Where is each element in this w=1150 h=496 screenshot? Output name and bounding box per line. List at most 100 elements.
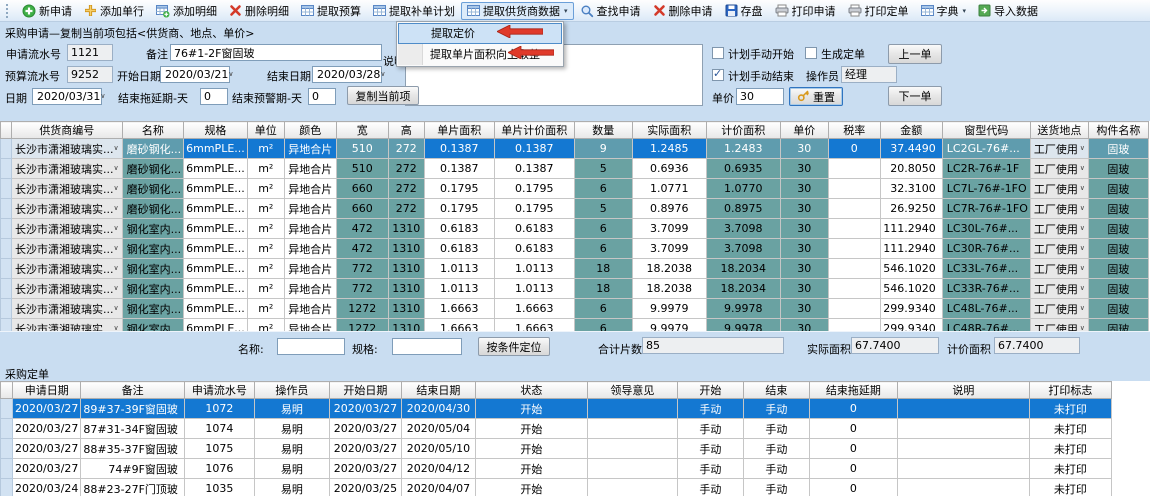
table-cell[interactable]: 0: [809, 399, 897, 419]
table-cell[interactable]: 开始: [475, 459, 587, 479]
table-cell[interactable]: 长沙市潇湘玻璃实...∨: [12, 159, 123, 179]
table-cell[interactable]: 1310: [388, 239, 424, 259]
table-cell[interactable]: 3.7098: [706, 219, 780, 239]
table-cell[interactable]: 磨砂钢化...: [122, 179, 184, 199]
dropdown-chevron-icon[interactable]: ∨: [114, 185, 119, 192]
table-cell[interactable]: 2020/04/30: [401, 399, 475, 419]
combo-cell[interactable]: 长沙市潇湘玻璃实...∨: [12, 299, 122, 318]
table-cell[interactable]: 工厂使用∨: [1030, 159, 1088, 179]
table-cell[interactable]: 1074: [184, 419, 254, 439]
table-cell[interactable]: 18: [574, 259, 632, 279]
table-cell[interactable]: 异地合片: [284, 319, 336, 332]
table-cell[interactable]: [897, 459, 1029, 479]
delete-request-button[interactable]: 删除申请: [647, 2, 719, 20]
table-cell[interactable]: 30: [780, 159, 828, 179]
table-cell[interactable]: [897, 399, 1029, 419]
table-cell[interactable]: 1.0113: [494, 279, 574, 299]
previous-order-button[interactable]: 上一单: [888, 44, 942, 64]
table-cell[interactable]: 472: [336, 239, 388, 259]
date-picker[interactable]: 2020/03/31∨: [32, 88, 102, 105]
chevron-down-icon[interactable]: ∨: [100, 93, 105, 100]
table-cell[interactable]: 手动: [743, 419, 809, 439]
delete-detail-button[interactable]: 删除明细: [223, 2, 295, 20]
table-cell[interactable]: 88#23-27F门顶玻: [81, 479, 185, 496]
table-cell[interactable]: 89#37-39F窗固玻: [81, 399, 185, 419]
table-cell[interactable]: 6mmPLE...: [184, 259, 248, 279]
table-cell[interactable]: 手动: [677, 439, 743, 459]
table-cell[interactable]: 工厂使用∨: [1030, 239, 1088, 259]
table-cell[interactable]: 30: [780, 179, 828, 199]
table-cell[interactable]: 未打印: [1029, 479, 1111, 496]
table-cell[interactable]: 9.9979: [632, 319, 706, 332]
dropdown-chevron-icon[interactable]: ∨: [1080, 305, 1085, 312]
next-order-button[interactable]: 下一单: [888, 86, 942, 106]
table-cell[interactable]: 30: [780, 199, 828, 219]
name-filter-input[interactable]: [277, 338, 345, 355]
table-cell[interactable]: 272: [388, 179, 424, 199]
row-selector[interactable]: [1, 179, 12, 199]
table-cell[interactable]: m²: [247, 239, 284, 259]
table-cell[interactable]: 30: [780, 239, 828, 259]
combo-cell[interactable]: 长沙市潇湘玻璃实...∨: [12, 319, 122, 331]
table-cell[interactable]: 37.4490: [880, 139, 942, 159]
dropdown-chevron-icon[interactable]: ∨: [114, 225, 119, 232]
dropdown-chevron-icon[interactable]: ∨: [1080, 245, 1085, 252]
table-cell[interactable]: 660: [336, 179, 388, 199]
table-cell[interactable]: 易明: [254, 459, 329, 479]
order-row[interactable]: 2020/03/2488#23-27F门顶玻1035易明2020/03/2520…: [1, 479, 1112, 496]
table-cell[interactable]: 0.8976: [632, 199, 706, 219]
generate-order-checkbox[interactable]: [805, 47, 817, 59]
table-cell[interactable]: 5: [574, 159, 632, 179]
table-cell[interactable]: m²: [247, 199, 284, 219]
table-cell[interactable]: 88#35-37F窗固玻: [81, 439, 185, 459]
find-request-button[interactable]: 查找申请: [574, 2, 647, 20]
add-row-button[interactable]: 添加单行: [78, 2, 150, 20]
order-row[interactable]: 2020/03/2788#35-37F窗固玻1075易明2020/03/2720…: [1, 439, 1112, 459]
row-selector[interactable]: [1, 419, 13, 439]
table-cell[interactable]: 工厂使用∨: [1030, 299, 1088, 319]
table-cell[interactable]: [587, 419, 677, 439]
table-cell[interactable]: 磨砂钢化...: [122, 159, 184, 179]
table-cell[interactable]: 1.6663: [494, 319, 574, 332]
row-selector[interactable]: [1, 139, 12, 159]
table-cell[interactable]: 易明: [254, 479, 329, 496]
table-cell[interactable]: 异地合片: [284, 279, 336, 299]
table-cell[interactable]: 0.1387: [424, 159, 494, 179]
table-cell[interactable]: 1310: [388, 259, 424, 279]
table-cell[interactable]: 2020/03/27: [329, 439, 401, 459]
table-cell[interactable]: 1.0113: [424, 279, 494, 299]
table-cell[interactable]: 6mmPLE...: [184, 299, 248, 319]
table-cell[interactable]: 2020/03/27: [329, 419, 401, 439]
table-cell[interactable]: 272: [388, 159, 424, 179]
table-cell[interactable]: 1310: [388, 279, 424, 299]
copy-current-button[interactable]: 复制当前项: [347, 86, 419, 105]
table-cell[interactable]: [828, 179, 880, 199]
table-cell[interactable]: 工厂使用∨: [1030, 219, 1088, 239]
table-cell[interactable]: 固玻: [1088, 279, 1148, 299]
table-cell[interactable]: 1.6663: [424, 299, 494, 319]
table-cell[interactable]: [897, 439, 1029, 459]
table-cell[interactable]: 6: [574, 219, 632, 239]
row-selector[interactable]: [1, 319, 12, 332]
table-cell[interactable]: 9: [574, 139, 632, 159]
table-cell[interactable]: 异地合片: [284, 219, 336, 239]
table-cell[interactable]: 26.9250: [880, 199, 942, 219]
reset-button[interactable]: 重置: [789, 87, 843, 106]
grid-row[interactable]: 长沙市潇湘玻璃实...∨钢化室内...6mmPLE...m²异地合片472131…: [1, 239, 1149, 259]
table-cell[interactable]: 未打印: [1029, 439, 1111, 459]
table-cell[interactable]: 87#31-34F窗固玻: [81, 419, 185, 439]
table-cell[interactable]: 6mmPLE...: [184, 159, 248, 179]
table-cell[interactable]: 0.1387: [494, 139, 574, 159]
table-cell[interactable]: LC2GL-76#...: [942, 139, 1030, 159]
order-row[interactable]: 2020/03/2787#31-34F窗固玻1074易明2020/03/2720…: [1, 419, 1112, 439]
chevron-down-icon[interactable]: ∨: [228, 71, 233, 78]
table-cell[interactable]: 1.6663: [424, 319, 494, 332]
table-cell[interactable]: 钢化室内...: [122, 219, 184, 239]
table-cell[interactable]: 299.9340: [880, 319, 942, 332]
combo-cell[interactable]: 长沙市潇湘玻璃实...∨: [12, 219, 122, 238]
table-cell[interactable]: 易明: [254, 439, 329, 459]
table-cell[interactable]: 299.9340: [880, 299, 942, 319]
row-selector[interactable]: [1, 399, 13, 419]
table-cell[interactable]: 0.1795: [494, 199, 574, 219]
table-cell[interactable]: 长沙市潇湘玻璃实...∨: [12, 299, 123, 319]
